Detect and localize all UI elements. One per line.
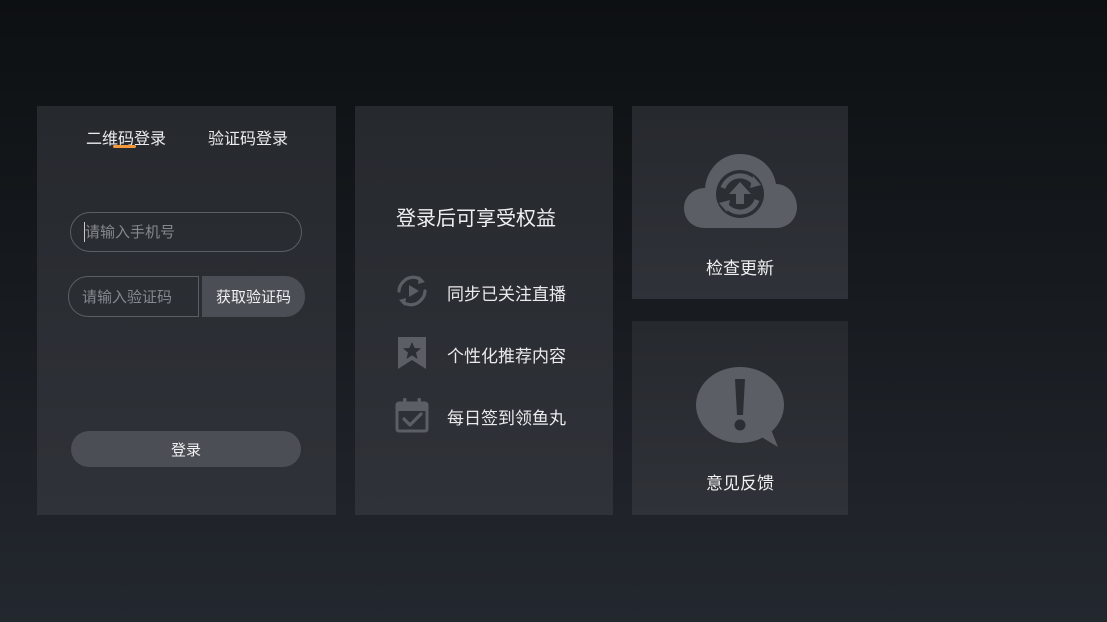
check-update-tile[interactable]: 检查更新	[632, 106, 848, 299]
sync-play-icon	[397, 275, 427, 307]
cloud-update-icon	[684, 154, 797, 228]
benefits-panel	[355, 106, 613, 515]
feedback-label: 意见反馈	[706, 474, 774, 494]
get-code-button[interactable]: 获取验证码	[202, 276, 305, 317]
active-tab-indicator	[113, 145, 136, 148]
check-update-label: 检查更新	[706, 259, 774, 279]
feedback-exclamation-icon	[696, 367, 784, 447]
tab-code-login[interactable]: 验证码登录	[208, 125, 288, 149]
benefits-title: 登录后可享受权益	[396, 206, 556, 230]
text-cursor	[84, 222, 85, 242]
verification-code-input[interactable]	[68, 276, 199, 317]
bookmark-star-icon	[398, 337, 426, 369]
benefit-label-checkin: 每日签到领鱼丸	[447, 409, 566, 429]
feedback-tile[interactable]: 意见反馈	[632, 321, 848, 515]
login-button[interactable]: 登录	[71, 431, 301, 467]
calendar-check-icon	[395, 398, 429, 433]
phone-input[interactable]	[70, 212, 302, 252]
benefit-label-sync: 同步已关注直播	[447, 285, 566, 305]
benefit-label-recommend: 个性化推荐内容	[447, 347, 566, 367]
